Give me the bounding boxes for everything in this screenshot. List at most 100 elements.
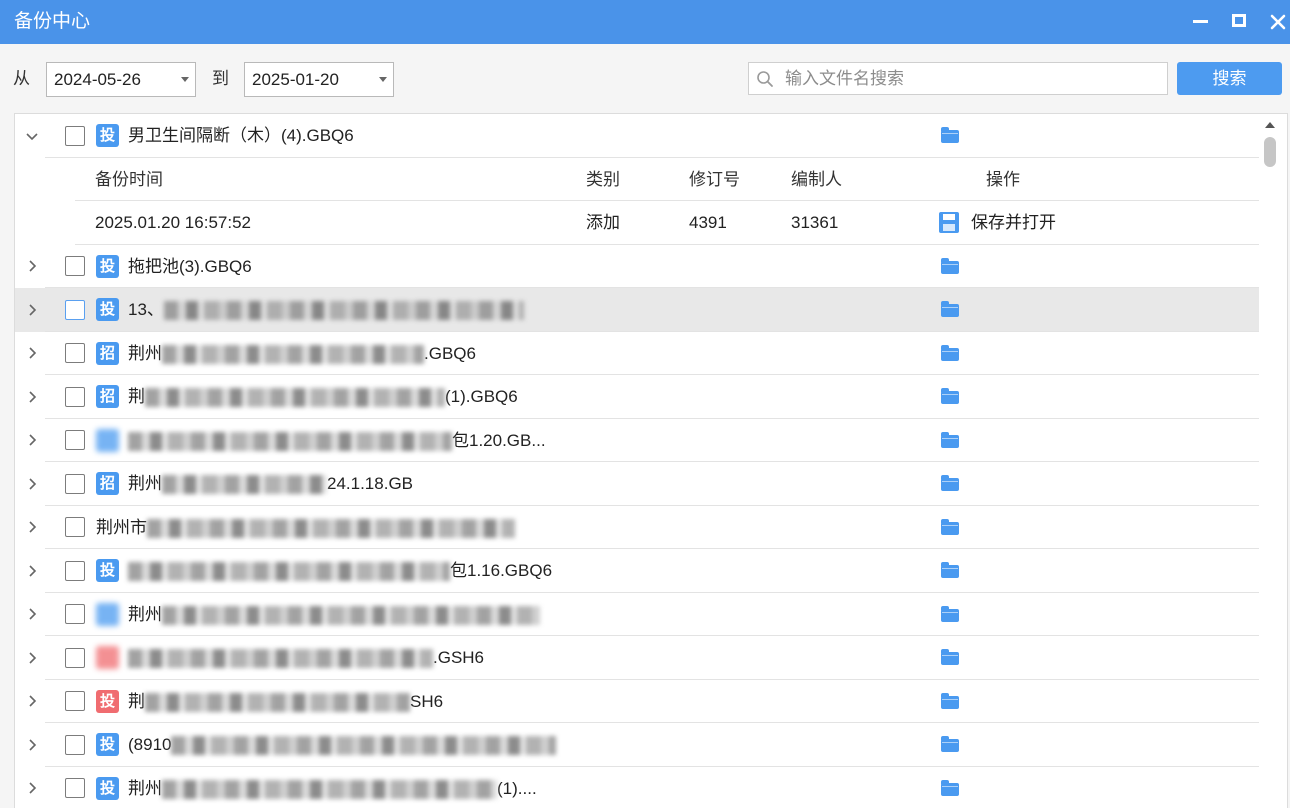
file-name[interactable]: 荆州 (1)....: [128, 767, 537, 808]
chevron-right-icon[interactable]: [24, 737, 40, 753]
folder-icon[interactable]: [941, 344, 959, 361]
file-name-end: (1)....: [497, 778, 537, 798]
file-row[interactable]: .GSH6: [15, 636, 1259, 680]
folder-icon[interactable]: [941, 475, 959, 491]
file-row[interactable]: 投 荆州 (1)....: [15, 767, 1259, 808]
folder-icon[interactable]: [941, 605, 959, 622]
file-row[interactable]: 投 男卫生间隔断（木）(4).GBQ6: [15, 114, 1259, 158]
file-row[interactable]: 投 荆 SH6: [15, 680, 1259, 724]
file-name[interactable]: 包1.16.GBQ6: [128, 549, 552, 593]
chevron-right-icon[interactable]: [24, 563, 40, 579]
file-name[interactable]: (8910: [128, 723, 557, 767]
file-checkbox[interactable]: [65, 734, 85, 755]
file-checkbox[interactable]: [65, 604, 85, 625]
folder-icon[interactable]: [941, 518, 959, 535]
file-checkbox[interactable]: [65, 299, 85, 320]
backup-file-list: 投 男卫生间隔断（木）(4).GBQ6 备份时间 类别 修订号 编制人 操作 2…: [14, 113, 1288, 808]
from-date-select[interactable]: 2024-05-26: [46, 62, 196, 97]
chevron-right-icon[interactable]: [24, 258, 40, 274]
file-name[interactable]: 荆州市: [96, 506, 515, 550]
file-name[interactable]: 荆 (1).GBQ6: [128, 375, 518, 419]
file-row[interactable]: 荆州市: [15, 506, 1259, 550]
save-icon[interactable]: [939, 212, 959, 233]
chevron-right-icon[interactable]: [24, 780, 40, 796]
file-type-icon: [96, 428, 119, 452]
file-type-icon: 招: [96, 341, 119, 365]
file-name[interactable]: 13、: [128, 288, 524, 332]
maximize-icon[interactable]: [1224, 0, 1254, 44]
folder-icon[interactable]: [941, 301, 959, 317]
file-name[interactable]: 拖把池(3).GBQ6: [128, 245, 252, 289]
dropdown-arrow-icon[interactable]: [379, 77, 387, 82]
folder-icon[interactable]: [941, 562, 959, 578]
file-checkbox[interactable]: [65, 343, 85, 364]
folder-icon[interactable]: [941, 736, 959, 752]
chevron-right-icon[interactable]: [24, 606, 40, 622]
vertical-scrollbar[interactable]: [1259, 114, 1281, 808]
file-row[interactable]: 招 荆 (1).GBQ6: [15, 375, 1259, 419]
scroll-up-arrow-icon[interactable]: [1265, 122, 1275, 128]
file-name[interactable]: 荆州: [128, 593, 540, 637]
chevron-right-icon[interactable]: [24, 432, 40, 448]
folder-icon[interactable]: [941, 388, 959, 404]
file-name[interactable]: 男卫生间隔断（木）(4).GBQ6: [128, 114, 354, 158]
search-input[interactable]: [785, 63, 1155, 94]
file-checkbox[interactable]: [65, 430, 85, 451]
file-checkbox[interactable]: [65, 517, 85, 538]
to-date-value: 2025-01-20: [252, 70, 339, 89]
folder-icon[interactable]: [941, 649, 959, 665]
chevron-right-icon[interactable]: [24, 476, 40, 492]
chevron-down-icon[interactable]: [24, 128, 40, 144]
search-button[interactable]: 搜索: [1177, 62, 1282, 95]
file-checkbox[interactable]: [65, 256, 85, 277]
redacted-text: [145, 388, 445, 408]
search-box[interactable]: [748, 62, 1168, 95]
file-checkbox[interactable]: [65, 691, 85, 712]
file-type-icon: 招: [96, 385, 119, 409]
file-row[interactable]: 投 包1.16.GBQ6: [15, 549, 1259, 593]
folder-icon[interactable]: [941, 779, 959, 796]
file-name[interactable]: 荆州 24.1.18.GB: [128, 462, 413, 506]
column-header-time: 备份时间: [95, 169, 163, 189]
chevron-right-icon[interactable]: [24, 519, 40, 535]
chevron-right-icon[interactable]: [24, 693, 40, 709]
redacted-text: [162, 779, 497, 799]
folder-icon[interactable]: [941, 692, 959, 709]
folder-icon[interactable]: [941, 257, 959, 274]
chevron-right-icon[interactable]: [24, 302, 40, 318]
file-checkbox[interactable]: [65, 386, 85, 407]
folder-icon[interactable]: [941, 127, 959, 143]
file-name[interactable]: 荆 SH6: [128, 680, 443, 724]
save-and-open-label[interactable]: 保存并打开: [971, 201, 1056, 245]
file-checkbox[interactable]: [65, 560, 85, 581]
to-date-select[interactable]: 2025-01-20: [244, 62, 394, 97]
file-row[interactable]: 招 荆州 .GBQ6: [15, 332, 1259, 376]
file-checkbox[interactable]: [65, 125, 85, 146]
file-row[interactable]: 投 (8910: [15, 723, 1259, 767]
scrollbar-thumb[interactable]: [1264, 137, 1276, 167]
close-icon[interactable]: [1262, 0, 1290, 44]
file-name-start: 荆州: [128, 604, 162, 624]
chevron-right-icon[interactable]: [24, 345, 40, 361]
file-row[interactable]: 招 荆州 24.1.18.GB: [15, 462, 1259, 506]
file-row[interactable]: 投 拖把池(3).GBQ6: [15, 245, 1259, 289]
file-name[interactable]: .GSH6: [128, 636, 484, 680]
folder-icon[interactable]: [941, 431, 959, 448]
file-row[interactable]: 包1.20.GB...: [15, 419, 1259, 463]
redacted-text: [162, 475, 327, 495]
file-name[interactable]: 荆州 .GBQ6: [128, 332, 476, 376]
file-checkbox[interactable]: [65, 647, 85, 668]
file-checkbox[interactable]: [65, 473, 85, 494]
chevron-right-icon[interactable]: [24, 389, 40, 405]
save-and-open-button[interactable]: 保存并打开: [939, 201, 1079, 245]
file-checkbox[interactable]: [65, 778, 85, 799]
file-row[interactable]: 投 13、: [15, 288, 1259, 332]
redacted-text: [162, 605, 540, 625]
file-name[interactable]: 包1.20.GB...: [128, 419, 546, 463]
file-type-icon: [96, 602, 119, 626]
file-row[interactable]: 荆州: [15, 593, 1259, 637]
minimize-icon[interactable]: [1186, 0, 1216, 44]
chevron-right-icon[interactable]: [24, 650, 40, 666]
dropdown-arrow-icon[interactable]: [181, 77, 189, 82]
redacted-text: [145, 692, 410, 712]
